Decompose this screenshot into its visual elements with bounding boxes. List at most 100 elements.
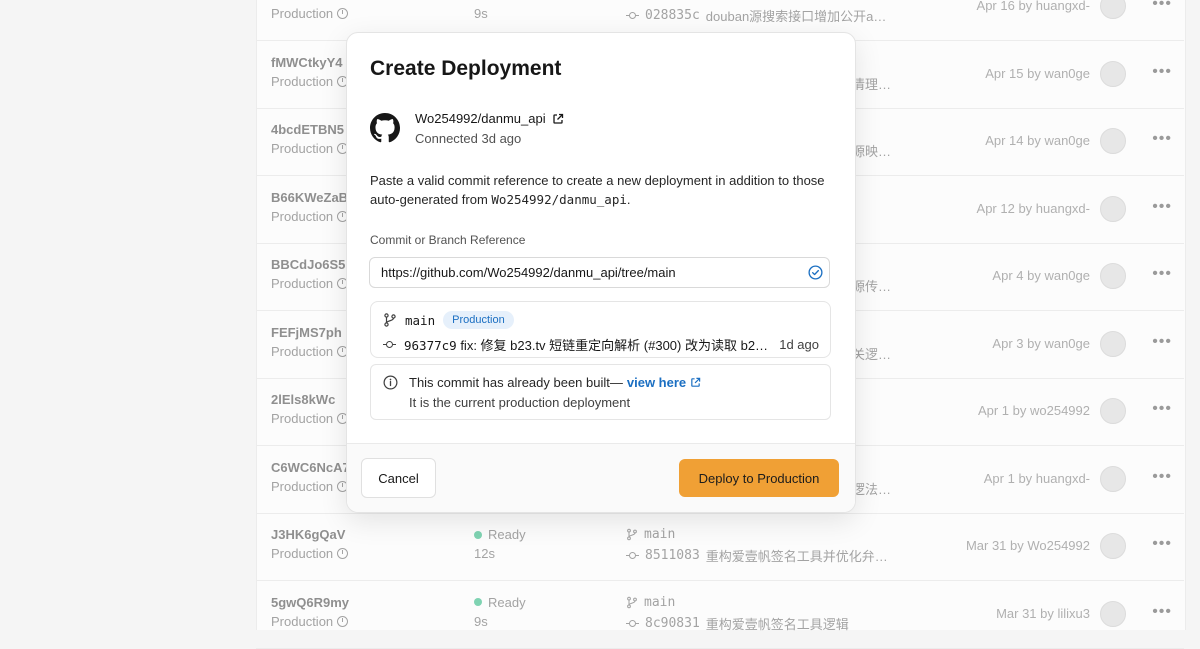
deployment-id[interactable]: fMWCtkyY4 <box>271 55 343 70</box>
more-options-icon[interactable]: ••• <box>1152 0 1172 13</box>
reference-preview: main Production 96377c9 fix: 修复 b23.tv 短… <box>370 301 831 358</box>
more-options-icon[interactable]: ••• <box>1152 468 1172 486</box>
deployment-commit: 8511083 重构爱壹帆签名工具并优化弁… <box>626 546 888 565</box>
more-options-icon[interactable]: ••• <box>1152 198 1172 216</box>
create-deployment-dialog: Create Deployment Wo254992/danmu_api Con… <box>346 32 856 513</box>
clock-icon <box>337 615 349 627</box>
deployment-id[interactable]: BBCdJo6S5 <box>271 257 345 272</box>
reference-commit-message: fix: 修复 b23.tv 短链重定向解析 (#300) 改为读取 b2… <box>460 338 769 353</box>
avatar[interactable] <box>1100 465 1126 492</box>
more-options-icon[interactable]: ••• <box>1152 333 1172 351</box>
deployment-id[interactable]: 4bcdETBN5 <box>271 122 344 137</box>
clock-icon <box>337 548 349 559</box>
dialog-description: Paste a valid commit reference to create… <box>370 171 830 209</box>
more-options-icon[interactable]: ••• <box>1152 400 1172 418</box>
environment-label: Production <box>271 546 334 561</box>
deployment-row[interactable]: 5gwQ6R9my Production Ready 9s main 8c90831 重构爱… <box>256 581 1184 649</box>
deployment-id[interactable]: 5gwQ6R9my <box>271 595 349 610</box>
more-options-icon[interactable]: ••• <box>1152 603 1172 621</box>
deployment-environment: Production <box>271 478 349 494</box>
cancel-button[interactable]: Cancel <box>361 458 436 498</box>
deployment-meta: Apr 16 by huangxd- <box>976 0 1090 13</box>
git-commit-icon <box>626 550 639 561</box>
description-repo: Wo254992/danmu_api <box>491 192 627 207</box>
environment-label: Production <box>271 478 334 494</box>
deployment-meta: Apr 12 by huangxd- <box>976 200 1090 216</box>
deployment-environment: Production <box>271 141 349 156</box>
deployment-id[interactable]: B66KWeZaB <box>271 190 348 205</box>
avatar[interactable] <box>1100 263 1126 289</box>
notice-line: This commit has already been built— view… <box>409 375 701 390</box>
environment-label: Production <box>271 613 334 629</box>
repo-link[interactable]: Wo254992/danmu_api <box>415 111 564 126</box>
environment-label: Production <box>271 73 334 89</box>
more-options-icon[interactable]: ••• <box>1152 130 1172 148</box>
more-options-icon[interactable]: ••• <box>1152 535 1172 553</box>
commit-message: 关逻… <box>852 346 892 362</box>
deployment-commit: 源传… <box>852 276 891 295</box>
reference-commit-hash: 96377c9 <box>404 338 457 353</box>
commit-message: 逻法… <box>852 481 892 497</box>
check-circle-icon <box>808 265 823 280</box>
deployment-meta: Mar 31 by lilixu3 <box>996 605 1090 621</box>
commit-hash: 8511083 <box>645 548 700 563</box>
deployment-meta: Apr 3 by wan0ge <box>992 335 1090 351</box>
avatar[interactable] <box>1100 330 1126 357</box>
deployment-commit: 028835c douban源搜索接口增加公开a… <box>626 6 886 25</box>
deployment-id[interactable]: 2lEls8kWc <box>271 392 335 407</box>
status-label: Ready <box>488 527 526 542</box>
avatar[interactable] <box>1100 0 1126 19</box>
deployment-id[interactable]: J3HK6gQaV <box>271 527 345 542</box>
deployment-meta: Apr 14 by wan0ge <box>985 133 1090 148</box>
info-icon <box>383 375 398 390</box>
repo-connected-time: Connected 3d ago <box>415 131 522 146</box>
deployment-environment: Production <box>271 613 349 629</box>
deployment-environment: Production <box>271 209 349 224</box>
commit-reference-input[interactable] <box>369 257 830 288</box>
deployment-environment: Production <box>271 276 349 291</box>
deployment-meta: Mar 31 by Wo254992 <box>965 538 1090 553</box>
deployment-status: Ready <box>474 527 526 542</box>
notice-text: This commit has already been built— <box>409 375 623 390</box>
notice-subtext: It is the current production deployment <box>409 395 631 410</box>
deployment-branch: main <box>626 527 675 542</box>
deployment-commit: 逻法… <box>852 479 891 498</box>
avatar[interactable] <box>1100 195 1126 222</box>
deployment-row[interactable]: J3HK6gQaV Production Ready 12s main 8511083 重构… <box>256 513 1184 581</box>
deployment-status: Ready <box>474 595 526 610</box>
deployment-meta: Apr 4 by wan0ge <box>992 268 1090 283</box>
deployment-duration: 9s <box>474 613 488 629</box>
deployment-commit: 源映… <box>852 141 891 160</box>
environment-label: Production <box>271 6 334 21</box>
clock-icon <box>337 8 349 19</box>
commit-message: 重构爱壹帆签名工具并优化弁… <box>705 549 888 564</box>
commit-message: 源映… <box>852 144 892 159</box>
description-end: . <box>626 192 631 207</box>
deployment-duration: 12s <box>474 546 495 561</box>
branch-name: main <box>644 527 676 542</box>
avatar[interactable] <box>1100 398 1126 424</box>
commit-message: 重构爱壹帆签名工具逻辑 <box>705 616 849 632</box>
more-options-icon[interactable]: ••• <box>1152 265 1172 283</box>
deployment-commit: 清理… <box>852 74 891 93</box>
reference-branch-row: main Production <box>383 311 514 329</box>
avatar[interactable] <box>1100 128 1126 154</box>
dialog-title: Create Deployment <box>370 57 562 80</box>
avatar[interactable] <box>1100 600 1126 627</box>
avatar[interactable] <box>1100 533 1126 559</box>
environment-label: Production <box>271 343 334 359</box>
production-badge: Production <box>443 311 514 329</box>
deployment-meta: Apr 15 by wan0ge <box>985 65 1090 81</box>
deployment-id[interactable]: FEFjMS7ph <box>271 325 342 340</box>
already-built-notice: This commit has already been built— view… <box>370 364 831 420</box>
deployment-meta: Apr 1 by wo254992 <box>977 403 1090 418</box>
status-dot-icon <box>474 598 482 606</box>
deploy-to-production-button[interactable]: Deploy to Production <box>679 459 839 497</box>
deployment-branch: main <box>626 595 675 610</box>
view-here-link[interactable]: view here <box>627 375 686 390</box>
deployment-id[interactable]: C6WC6NcA7 <box>271 460 350 475</box>
avatar[interactable] <box>1100 60 1126 87</box>
more-options-icon[interactable]: ••• <box>1152 63 1172 81</box>
status-dot-icon <box>474 530 482 539</box>
git-branch-icon <box>384 313 396 327</box>
